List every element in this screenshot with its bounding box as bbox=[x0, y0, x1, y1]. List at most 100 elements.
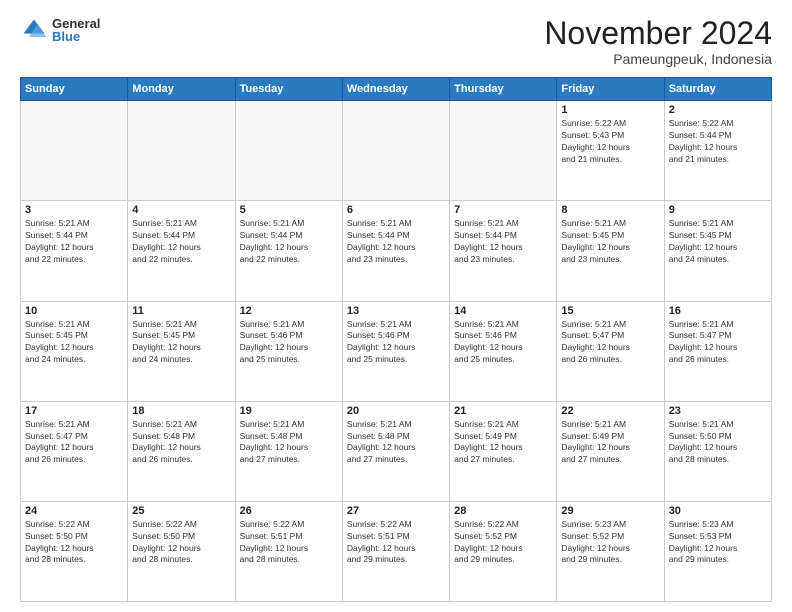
calendar-cell: 10 Sunrise: 5:21 AM Sunset: 5:45 PM Dayli… bbox=[21, 301, 128, 401]
day-info: Sunrise: 5:21 AM Sunset: 5:46 PM Dayligh… bbox=[347, 319, 445, 367]
calendar-cell bbox=[21, 101, 128, 201]
day-info: Sunrise: 5:21 AM Sunset: 5:44 PM Dayligh… bbox=[347, 218, 445, 266]
logo: General Blue bbox=[20, 16, 100, 44]
day-info: Sunrise: 5:22 AM Sunset: 5:50 PM Dayligh… bbox=[25, 519, 123, 567]
day-number: 18 bbox=[132, 405, 230, 417]
calendar-cell: 23 Sunrise: 5:21 AM Sunset: 5:50 PM Dayli… bbox=[664, 401, 771, 501]
day-info: Sunrise: 5:21 AM Sunset: 5:46 PM Dayligh… bbox=[454, 319, 552, 367]
calendar-table: Sunday Monday Tuesday Wednesday Thursday… bbox=[20, 77, 772, 602]
day-number: 28 bbox=[454, 505, 552, 517]
day-number: 22 bbox=[561, 405, 659, 417]
calendar-cell: 2Sunrise: 5:22 AM Sunset: 5:44 PM Daylig… bbox=[664, 101, 771, 201]
day-number: 14 bbox=[454, 305, 552, 317]
day-info: Sunrise: 5:23 AM Sunset: 5:53 PM Dayligh… bbox=[669, 519, 767, 567]
weekday-header-row: Sunday Monday Tuesday Wednesday Thursday… bbox=[21, 78, 772, 101]
page: General Blue November 2024 Pameungpeuk, … bbox=[0, 0, 792, 612]
calendar-cell: 7Sunrise: 5:21 AM Sunset: 5:44 PM Daylig… bbox=[450, 201, 557, 301]
day-info: Sunrise: 5:21 AM Sunset: 5:48 PM Dayligh… bbox=[347, 419, 445, 467]
day-number: 2 bbox=[669, 104, 767, 116]
day-number: 25 bbox=[132, 505, 230, 517]
calendar-cell: 16Sunrise: 5:21 AM Sunset: 5:47 PM Dayli… bbox=[664, 301, 771, 401]
week-row-1: 1Sunrise: 5:22 AM Sunset: 5:43 PM Daylig… bbox=[21, 101, 772, 201]
day-info: Sunrise: 5:21 AM Sunset: 5:44 PM Dayligh… bbox=[25, 218, 123, 266]
calendar-cell: 18 Sunrise: 5:21 AM Sunset: 5:48 PM Dayli… bbox=[128, 401, 235, 501]
day-number: 23 bbox=[669, 405, 767, 417]
day-number: 30 bbox=[669, 505, 767, 517]
day-number: 3 bbox=[25, 204, 123, 216]
calendar-cell: 3 Sunrise: 5:21 AM Sunset: 5:44 PM Daylig… bbox=[21, 201, 128, 301]
day-info: Sunrise: 5:21 AM Sunset: 5:49 PM Dayligh… bbox=[561, 419, 659, 467]
calendar-cell: 24Sunrise: 5:22 AM Sunset: 5:50 PM Dayli… bbox=[21, 501, 128, 601]
calendar-cell: 26 Sunrise: 5:22 AM Sunset: 5:51 PM Dayli… bbox=[235, 501, 342, 601]
calendar-cell: 30 Sunrise: 5:23 AM Sunset: 5:53 PM Dayli… bbox=[664, 501, 771, 601]
day-info: Sunrise: 5:22 AM Sunset: 5:52 PM Dayligh… bbox=[454, 519, 552, 567]
day-number: 6 bbox=[347, 204, 445, 216]
day-number: 8 bbox=[561, 204, 659, 216]
location: Pameungpeuk, Indonesia bbox=[544, 51, 772, 67]
day-info: Sunrise: 5:21 AM Sunset: 5:45 PM Dayligh… bbox=[25, 319, 123, 367]
day-info: Sunrise: 5:21 AM Sunset: 5:47 PM Dayligh… bbox=[561, 319, 659, 367]
header: General Blue November 2024 Pameungpeuk, … bbox=[20, 16, 772, 67]
calendar-cell: 17Sunrise: 5:21 AM Sunset: 5:47 PM Dayli… bbox=[21, 401, 128, 501]
calendar-cell: 4 Sunrise: 5:21 AM Sunset: 5:44 PM Daylig… bbox=[128, 201, 235, 301]
calendar-cell: 29 Sunrise: 5:23 AM Sunset: 5:52 PM Dayli… bbox=[557, 501, 664, 601]
day-number: 9 bbox=[669, 204, 767, 216]
day-info: Sunrise: 5:21 AM Sunset: 5:44 PM Dayligh… bbox=[240, 218, 338, 266]
calendar-cell: 27 Sunrise: 5:22 AM Sunset: 5:51 PM Dayli… bbox=[342, 501, 449, 601]
calendar-cell: 5Sunrise: 5:21 AM Sunset: 5:44 PM Daylig… bbox=[235, 201, 342, 301]
week-row-3: 10 Sunrise: 5:21 AM Sunset: 5:45 PM Dayli… bbox=[21, 301, 772, 401]
day-info: Sunrise: 5:22 AM Sunset: 5:50 PM Dayligh… bbox=[132, 519, 230, 567]
day-info: Sunrise: 5:21 AM Sunset: 5:47 PM Dayligh… bbox=[669, 319, 767, 367]
week-row-5: 24Sunrise: 5:22 AM Sunset: 5:50 PM Dayli… bbox=[21, 501, 772, 601]
calendar-cell: 13 Sunrise: 5:21 AM Sunset: 5:46 PM Dayli… bbox=[342, 301, 449, 401]
day-number: 21 bbox=[454, 405, 552, 417]
calendar-cell: 15 Sunrise: 5:21 AM Sunset: 5:47 PM Dayli… bbox=[557, 301, 664, 401]
day-info: Sunrise: 5:21 AM Sunset: 5:48 PM Dayligh… bbox=[132, 419, 230, 467]
calendar-cell: 9 Sunrise: 5:21 AM Sunset: 5:45 PM Daylig… bbox=[664, 201, 771, 301]
day-number: 20 bbox=[347, 405, 445, 417]
calendar-cell: 12 Sunrise: 5:21 AM Sunset: 5:46 PM Dayli… bbox=[235, 301, 342, 401]
calendar-cell: 19 Sunrise: 5:21 AM Sunset: 5:48 PM Dayli… bbox=[235, 401, 342, 501]
day-info: Sunrise: 5:21 AM Sunset: 5:44 PM Dayligh… bbox=[454, 218, 552, 266]
logo-text: General Blue bbox=[52, 17, 100, 43]
day-number: 26 bbox=[240, 505, 338, 517]
day-info: Sunrise: 5:22 AM Sunset: 5:51 PM Dayligh… bbox=[347, 519, 445, 567]
calendar-cell: 1Sunrise: 5:22 AM Sunset: 5:43 PM Daylig… bbox=[557, 101, 664, 201]
calendar-cell: 6 Sunrise: 5:21 AM Sunset: 5:44 PM Daylig… bbox=[342, 201, 449, 301]
header-sunday: Sunday bbox=[21, 78, 128, 101]
calendar-cell: 22 Sunrise: 5:21 AM Sunset: 5:49 PM Dayli… bbox=[557, 401, 664, 501]
day-info: Sunrise: 5:21 AM Sunset: 5:44 PM Dayligh… bbox=[132, 218, 230, 266]
day-number: 15 bbox=[561, 305, 659, 317]
calendar-cell bbox=[342, 101, 449, 201]
day-info: Sunrise: 5:21 AM Sunset: 5:50 PM Dayligh… bbox=[669, 419, 767, 467]
header-tuesday: Tuesday bbox=[235, 78, 342, 101]
day-info: Sunrise: 5:22 AM Sunset: 5:51 PM Dayligh… bbox=[240, 519, 338, 567]
calendar-cell bbox=[128, 101, 235, 201]
calendar-cell: 28 Sunrise: 5:22 AM Sunset: 5:52 PM Dayli… bbox=[450, 501, 557, 601]
day-number: 4 bbox=[132, 204, 230, 216]
day-number: 1 bbox=[561, 104, 659, 116]
day-info: Sunrise: 5:21 AM Sunset: 5:46 PM Dayligh… bbox=[240, 319, 338, 367]
day-info: Sunrise: 5:21 AM Sunset: 5:49 PM Dayligh… bbox=[454, 419, 552, 467]
calendar-cell bbox=[450, 101, 557, 201]
day-number: 11 bbox=[132, 305, 230, 317]
header-monday: Monday bbox=[128, 78, 235, 101]
day-info: Sunrise: 5:21 AM Sunset: 5:48 PM Dayligh… bbox=[240, 419, 338, 467]
day-number: 27 bbox=[347, 505, 445, 517]
calendar-cell bbox=[235, 101, 342, 201]
day-number: 29 bbox=[561, 505, 659, 517]
day-info: Sunrise: 5:21 AM Sunset: 5:45 PM Dayligh… bbox=[669, 218, 767, 266]
header-saturday: Saturday bbox=[664, 78, 771, 101]
day-number: 13 bbox=[347, 305, 445, 317]
day-info: Sunrise: 5:21 AM Sunset: 5:47 PM Dayligh… bbox=[25, 419, 123, 467]
header-thursday: Thursday bbox=[450, 78, 557, 101]
calendar-cell: 8 Sunrise: 5:21 AM Sunset: 5:45 PM Daylig… bbox=[557, 201, 664, 301]
day-number: 19 bbox=[240, 405, 338, 417]
title-block: November 2024 Pameungpeuk, Indonesia bbox=[544, 16, 772, 67]
month-year: November 2024 bbox=[544, 16, 772, 51]
day-info: Sunrise: 5:23 AM Sunset: 5:52 PM Dayligh… bbox=[561, 519, 659, 567]
day-info: Sunrise: 5:21 AM Sunset: 5:45 PM Dayligh… bbox=[561, 218, 659, 266]
logo-icon bbox=[20, 16, 48, 44]
day-number: 10 bbox=[25, 305, 123, 317]
day-number: 12 bbox=[240, 305, 338, 317]
